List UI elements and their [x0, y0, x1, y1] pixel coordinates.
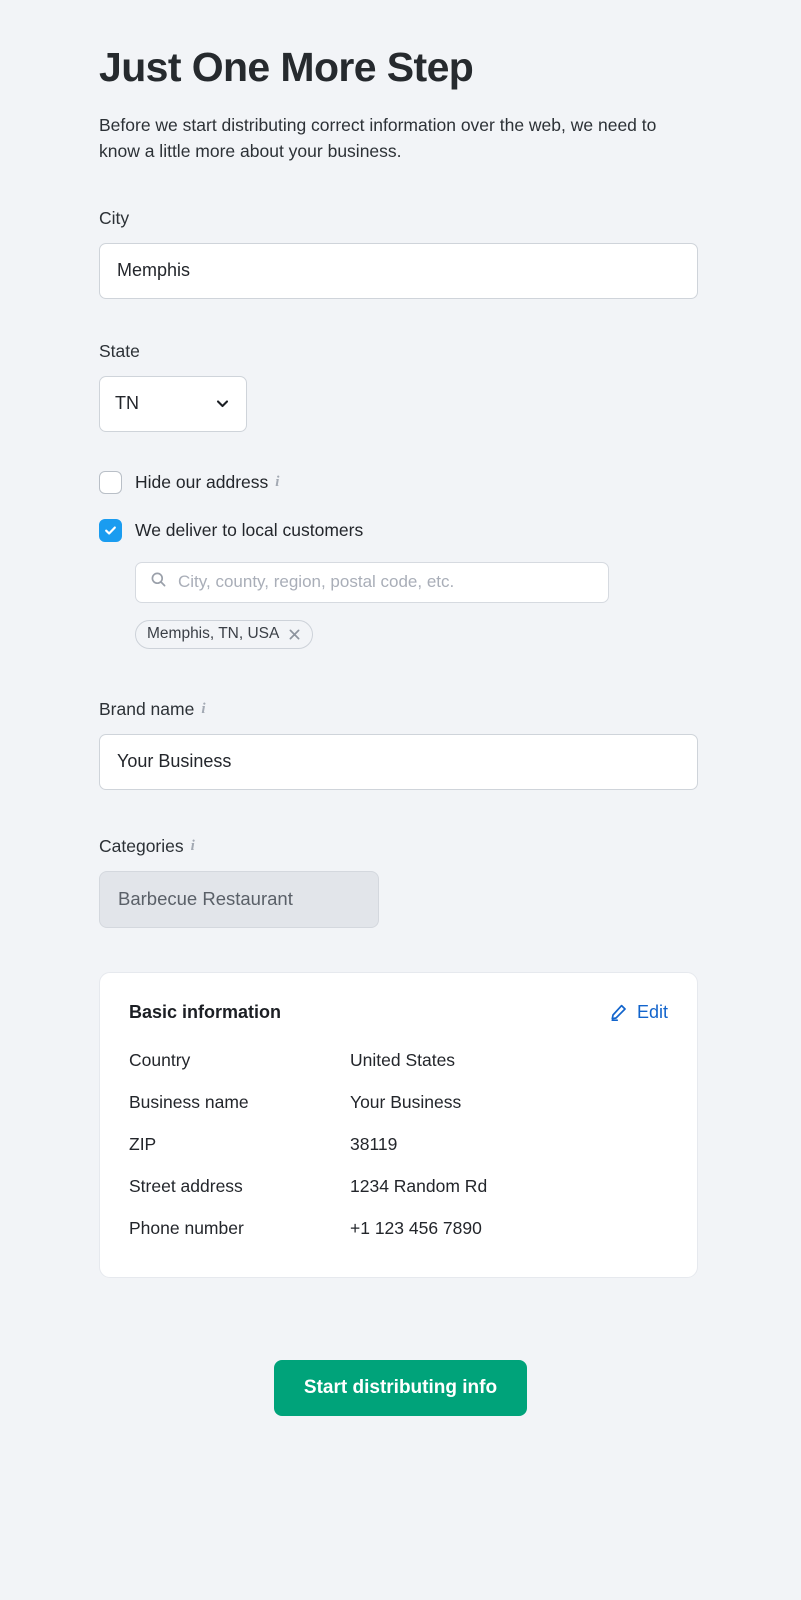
- city-label: City: [99, 208, 702, 229]
- row-key: Phone number: [129, 1217, 244, 1238]
- categories-label-text: Categories: [99, 835, 184, 856]
- basic-information-header: Basic information Edit: [129, 1002, 668, 1023]
- city-input-value: Memphis: [117, 260, 191, 281]
- basic-information-title: Basic information: [129, 1001, 282, 1022]
- table-row: Street address 1234 Random Rd: [129, 1176, 668, 1197]
- deliver-local-label: We deliver to local customers: [135, 520, 363, 541]
- row-key: Country: [129, 1049, 191, 1070]
- row-key: ZIP: [129, 1133, 157, 1154]
- brand-name-label-text: Brand name: [99, 698, 195, 719]
- city-label-text: City: [99, 207, 130, 228]
- row-value: United States: [350, 1049, 456, 1070]
- close-icon[interactable]: [288, 628, 301, 641]
- state-select[interactable]: TN: [99, 375, 247, 432]
- brand-name-input[interactable]: Your Business: [99, 733, 698, 790]
- state-label: State: [99, 341, 702, 362]
- info-icon[interactable]: i: [191, 838, 195, 854]
- basic-information-rows: Country United States Business name Your…: [129, 1050, 668, 1239]
- row-value: 38119: [350, 1133, 398, 1154]
- brand-name-value: Your Business: [117, 751, 232, 772]
- delivery-area-tag[interactable]: Memphis, TN, USA: [135, 619, 314, 649]
- state-select-value: TN: [115, 393, 139, 414]
- search-icon: [150, 571, 167, 593]
- deliver-local-checkbox[interactable]: [99, 519, 122, 543]
- brand-name-label: Brand name i: [99, 699, 702, 720]
- pencil-icon: [609, 1003, 628, 1022]
- checkbox-group: Hide our address i We deliver to local c…: [99, 470, 702, 544]
- hide-address-checkbox[interactable]: [99, 471, 122, 495]
- edit-button[interactable]: Edit: [609, 1002, 668, 1023]
- table-row: ZIP 38119: [129, 1134, 668, 1155]
- row-value: 1234 Random Rd: [350, 1175, 488, 1196]
- delivery-area-placeholder: City, county, region, postal code, etc.: [178, 572, 455, 592]
- state-label-text: State: [99, 340, 140, 361]
- row-value: +1 123 456 7890: [350, 1217, 482, 1238]
- start-distributing-button[interactable]: Start distributing info: [273, 1359, 528, 1416]
- info-icon[interactable]: i: [201, 701, 205, 717]
- category-chip-label: Barbecue Restaurant: [118, 888, 293, 910]
- hide-address-label-text: Hide our address: [135, 472, 269, 493]
- table-row: Country United States: [129, 1050, 668, 1071]
- hide-address-row[interactable]: Hide our address i: [99, 470, 702, 496]
- basic-information-card: Basic information Edit Country United St…: [99, 971, 698, 1278]
- page-subtitle: Before we start distributing correct inf…: [99, 115, 657, 161]
- info-icon[interactable]: i: [275, 475, 279, 490]
- category-chip[interactable]: Barbecue Restaurant: [99, 870, 379, 928]
- table-row: Business name Your Business: [129, 1092, 668, 1113]
- deliver-local-label-text: We deliver to local customers: [135, 520, 364, 541]
- categories-label: Categories i: [99, 836, 702, 857]
- chevron-down-icon: [214, 395, 231, 412]
- table-row: Phone number +1 123 456 7890: [129, 1218, 668, 1239]
- hide-address-label: Hide our address i: [135, 472, 279, 493]
- delivery-area-tags: Memphis, TN, USA: [135, 619, 702, 649]
- row-key: Street address: [129, 1175, 243, 1196]
- page-title: Just One More Step: [99, 44, 474, 90]
- row-value: Your Business: [350, 1091, 462, 1112]
- row-key: Business name: [129, 1091, 249, 1112]
- delivery-area-search-input[interactable]: City, county, region, postal code, etc.: [135, 561, 609, 603]
- edit-label: Edit: [636, 1001, 668, 1022]
- submit-row: Start distributing info: [99, 1359, 702, 1416]
- delivery-area-tag-label: Memphis, TN, USA: [147, 625, 280, 643]
- deliver-local-row[interactable]: We deliver to local customers: [99, 518, 702, 544]
- city-input[interactable]: Memphis: [99, 242, 698, 299]
- onboarding-page: Just One More Step Before we start distr…: [0, 0, 801, 1600]
